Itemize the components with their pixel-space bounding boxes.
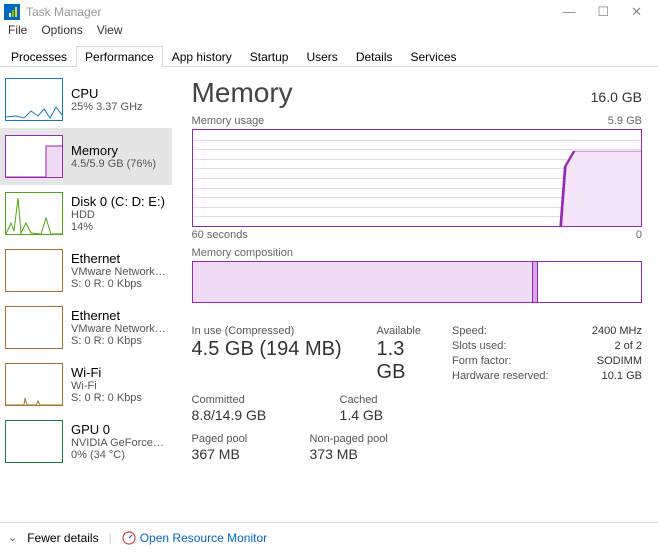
nonpaged-value: 373 MB [310,446,388,462]
sidebar-item-disk0[interactable]: Disk 0 (C: D: E:) HDD 14% [0,185,172,242]
sidebar-item-label: GPU 0 [71,422,167,437]
tab-users[interactable]: Users [297,46,346,67]
capacity-label: 16.0 GB [591,89,642,105]
titlebar: Task Manager — ☐ ✕ [0,0,658,23]
usage-chart-max: 5.9 GB [608,115,642,127]
disk-thumb-icon [5,192,63,235]
tabs: Processes Performance App history Startu… [0,45,658,67]
menubar: File Options View [0,23,658,43]
tab-performance[interactable]: Performance [76,46,163,67]
cpu-thumb-icon [5,78,63,121]
sidebar-item-label: Wi-Fi [71,365,142,380]
committed-value: 8.8/14.9 GB [192,407,312,423]
sidebar-item-ethernet-2[interactable]: Ethernet VMware Network Ad S: 0 R: 0 Kbp… [0,299,172,356]
sidebar[interactable]: CPU 25% 3.37 GHz Memory 4.5/5.9 GB (76%)… [0,67,172,522]
sidebar-item-memory[interactable]: Memory 4.5/5.9 GB (76%) [0,128,172,185]
sidebar-item-cpu[interactable]: CPU 25% 3.37 GHz [0,71,172,128]
minimize-button[interactable]: — [562,4,575,20]
paged-value: 367 MB [192,446,282,462]
axis-left: 60 seconds [192,229,248,241]
available-label: Available [377,325,434,337]
memory-composition-chart[interactable] [192,261,642,303]
composition-label: Memory composition [192,247,642,259]
sidebar-item-gpu0[interactable]: GPU 0 NVIDIA GeForce G... 0% (34 °C) [0,413,172,470]
memory-thumb-icon [5,135,63,178]
menu-view[interactable]: View [97,23,123,43]
wifi-thumb-icon [5,363,63,406]
cached-label: Cached [340,394,384,406]
memory-specs: Speed:2400 MHz Slots used:2 of 2 Form fa… [452,325,642,472]
gpu-thumb-icon [5,420,63,463]
paged-label: Paged pool [192,433,282,445]
fewer-details-button[interactable]: Fewer details [27,531,98,545]
available-value: 1.3 GB [377,338,434,384]
close-button[interactable]: ✕ [631,4,642,20]
sidebar-item-wifi[interactable]: Wi-Fi Wi-Fi S: 0 R: 0 Kbps [0,356,172,413]
tab-processes[interactable]: Processes [2,46,76,67]
tab-startup[interactable]: Startup [241,46,298,67]
sidebar-item-ethernet-1[interactable]: Ethernet VMware Network Ad S: 0 R: 0 Kbp… [0,242,172,299]
main-panel: Memory 16.0 GB Memory usage 5.9 GB 60 se… [172,67,658,522]
resource-monitor-icon [122,531,136,545]
app-icon [4,4,20,20]
sidebar-item-label: Ethernet [71,251,167,266]
tab-details[interactable]: Details [347,46,402,67]
window-title: Task Manager [26,5,562,19]
tab-services[interactable]: Services [402,46,466,67]
usage-chart-label: Memory usage [192,115,265,127]
committed-label: Committed [192,394,312,406]
page-title: Memory [192,77,293,109]
sidebar-item-label: CPU [71,86,143,101]
axis-right: 0 [636,229,642,241]
sidebar-item-label: Memory [71,143,156,158]
inuse-label: In use (Compressed) [192,325,349,337]
open-resource-monitor-link[interactable]: Open Resource Monitor [122,531,267,545]
maximize-button[interactable]: ☐ [597,4,609,20]
memory-usage-chart[interactable] [192,129,642,227]
tab-app-history[interactable]: App history [163,46,241,67]
sidebar-item-label: Ethernet [71,308,167,323]
sidebar-item-label: Disk 0 (C: D: E:) [71,194,165,209]
nonpaged-label: Non-paged pool [310,433,388,445]
menu-file[interactable]: File [8,23,27,43]
ethernet-thumb-icon [5,249,63,292]
cached-value: 1.4 GB [340,407,384,423]
footer: ⌄ Fewer details | Open Resource Monitor [0,522,658,552]
ethernet-thumb-icon [5,306,63,349]
chevron-down-icon[interactable]: ⌄ [8,531,17,544]
menu-options[interactable]: Options [41,23,82,43]
inuse-value: 4.5 GB (194 MB) [192,338,349,361]
